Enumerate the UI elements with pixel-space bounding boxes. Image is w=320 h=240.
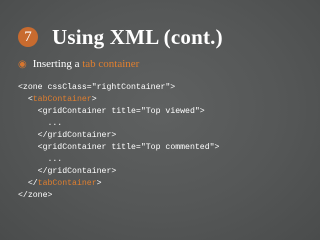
code-line: </tabContainer> (18, 178, 219, 190)
code-line: </zone> (18, 190, 219, 202)
code-line: <tabContainer> (18, 94, 219, 106)
code-text: </zone> (18, 191, 53, 200)
code-text: </gridContainer> (37, 167, 117, 176)
code-line: ... (18, 154, 219, 166)
title-row: 7 Using XML (cont.) (18, 22, 223, 52)
code-text: <gridContainer title="Top commented"> (37, 143, 220, 152)
code-text: </gridContainer> (37, 131, 117, 140)
code-text: ... (47, 155, 63, 164)
code-line: <zone cssClass="rightContainer"> (18, 82, 219, 94)
code-highlight: tabContainer (37, 179, 97, 188)
code-line: ... (18, 118, 219, 130)
code-line: </gridContainer> (18, 166, 219, 178)
code-text: <zone cssClass="rightContainer"> (18, 83, 176, 92)
bullet-text: Inserting a (32, 58, 83, 70)
slide-title: Using XML (cont.) (52, 24, 223, 49)
code-line: <gridContainer title="Top commented"> (18, 142, 220, 154)
code-text: </ (27, 179, 38, 188)
slide: 7 Using XML (cont.) ◉ Inserting a tab con… (0, 0, 320, 240)
code-text: > (96, 179, 102, 188)
code-text: ... (47, 119, 63, 128)
bullet-item: ◉ Inserting a tab container (18, 58, 139, 70)
slide-number-badge: 7 (18, 27, 38, 47)
code-line: <gridContainer title="Top viewed"> (18, 106, 219, 118)
code-line: </gridContainer> (18, 130, 219, 142)
bullet-icon: ◉ (18, 59, 27, 70)
code-highlight: tabContainer (32, 95, 92, 104)
code-block: <zone cssClass="rightContainer"> <tabCon… (18, 82, 219, 202)
code-text: <gridContainer title="Top viewed"> (37, 107, 205, 116)
bullet-highlight: tab container (82, 58, 140, 70)
code-text: > (91, 95, 97, 104)
